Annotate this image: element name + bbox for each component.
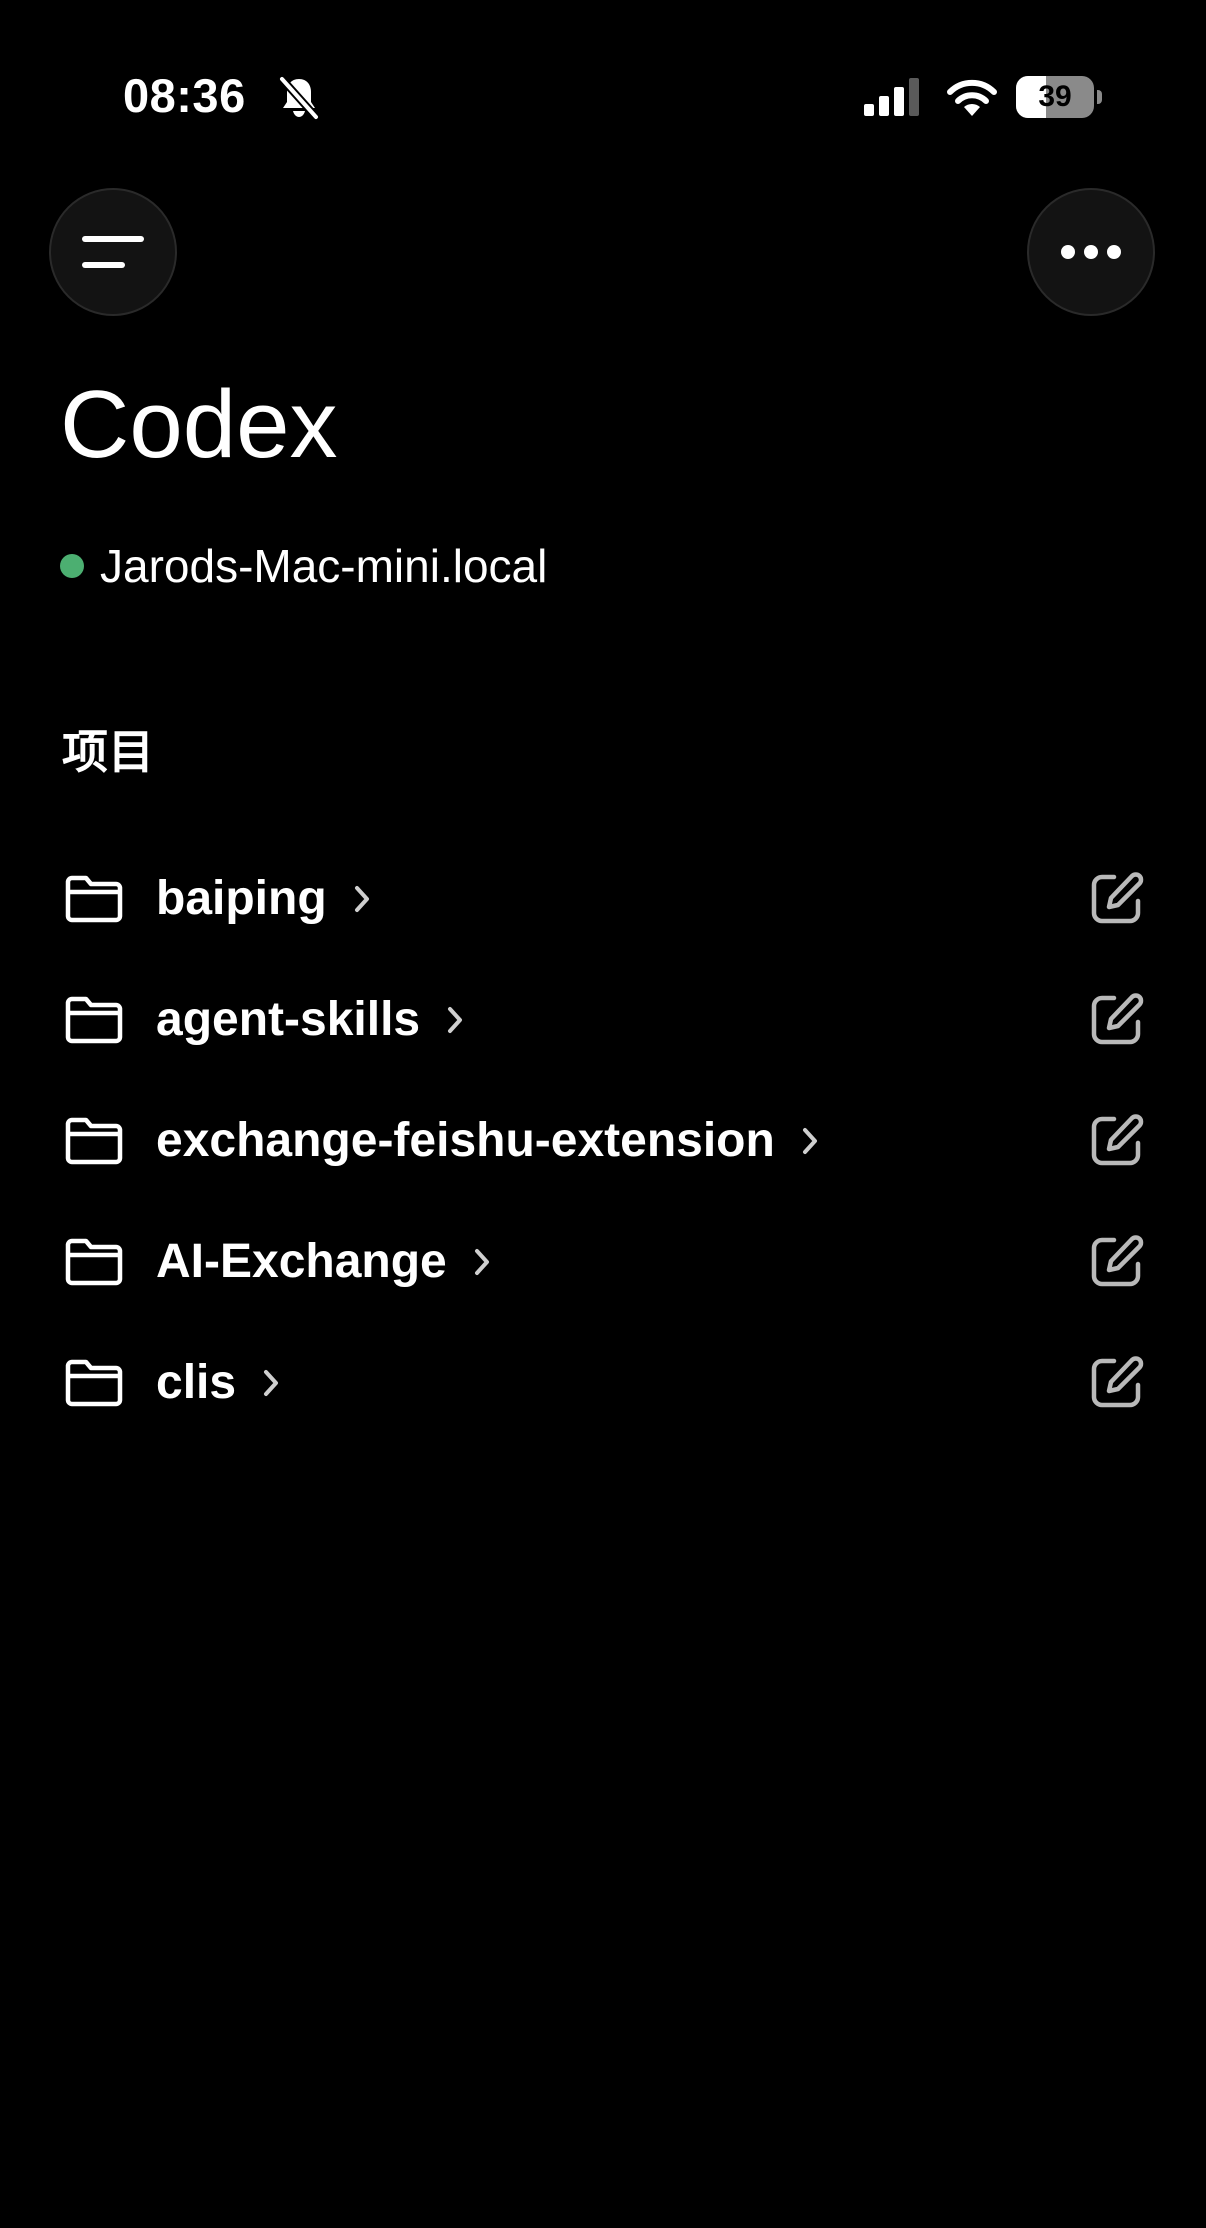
project-item-4: clis xyxy=(0,1322,1206,1443)
menu-icon xyxy=(82,236,144,268)
status-time: 08:36 xyxy=(123,69,246,122)
project-item-1: agent-skills xyxy=(0,959,1206,1080)
folder-icon xyxy=(65,1238,123,1285)
chevron-right-icon xyxy=(264,1369,279,1396)
project-item-2: exchange-feishu-extension xyxy=(0,1080,1206,1201)
battery-icon: 39 xyxy=(1016,76,1102,118)
project-name: agent-skills xyxy=(156,992,421,1046)
project-item-0: baiping xyxy=(0,838,1206,959)
bell-slash-icon xyxy=(278,75,320,121)
project-name: exchange-feishu-extension xyxy=(156,1113,775,1167)
project-link[interactable]: exchange-feishu-extension xyxy=(64,1091,819,1191)
new-chat-icon[interactable] xyxy=(1088,1234,1144,1290)
projects-section-title: 项目 xyxy=(62,725,154,779)
project-link[interactable]: clis xyxy=(64,1333,280,1433)
host-status: Jarods-Mac-mini.local xyxy=(60,536,547,596)
chevron-right-icon xyxy=(354,885,369,912)
new-chat-icon[interactable] xyxy=(1088,1113,1144,1169)
folder-icon xyxy=(65,875,123,922)
new-chat-icon[interactable] xyxy=(1088,1355,1144,1411)
battery-level: 39 xyxy=(1038,80,1072,113)
folder-icon xyxy=(65,996,123,1043)
more-button[interactable] xyxy=(1027,188,1155,316)
page-title: Codex xyxy=(60,371,338,478)
new-chat-icon[interactable] xyxy=(1088,871,1144,927)
menu-button[interactable] xyxy=(49,188,177,316)
chevron-right-icon xyxy=(448,1006,463,1033)
project-link[interactable]: baiping xyxy=(64,849,371,949)
project-link[interactable]: AI-Exchange xyxy=(64,1212,491,1312)
project-name: AI-Exchange xyxy=(156,1234,447,1288)
project-name: clis xyxy=(156,1355,237,1409)
folder-icon xyxy=(65,1359,123,1406)
chevron-right-icon xyxy=(474,1248,489,1275)
wifi-icon xyxy=(947,79,997,116)
project-name: baiping xyxy=(156,871,327,925)
host-name: Jarods-Mac-mini.local xyxy=(100,540,548,592)
project-list: baiping agent-skills exchange-feishu-ext… xyxy=(0,838,1206,1443)
new-chat-icon[interactable] xyxy=(1088,992,1144,1048)
more-icon xyxy=(1061,245,1121,259)
project-link[interactable]: agent-skills xyxy=(64,970,464,1070)
online-status-dot xyxy=(60,554,84,578)
project-item-3: AI-Exchange xyxy=(0,1201,1206,1322)
chevron-right-icon xyxy=(802,1127,817,1154)
folder-icon xyxy=(65,1117,123,1164)
cellular-signal-icon xyxy=(864,78,919,116)
status-bar: 08:36 39 xyxy=(0,0,1206,130)
